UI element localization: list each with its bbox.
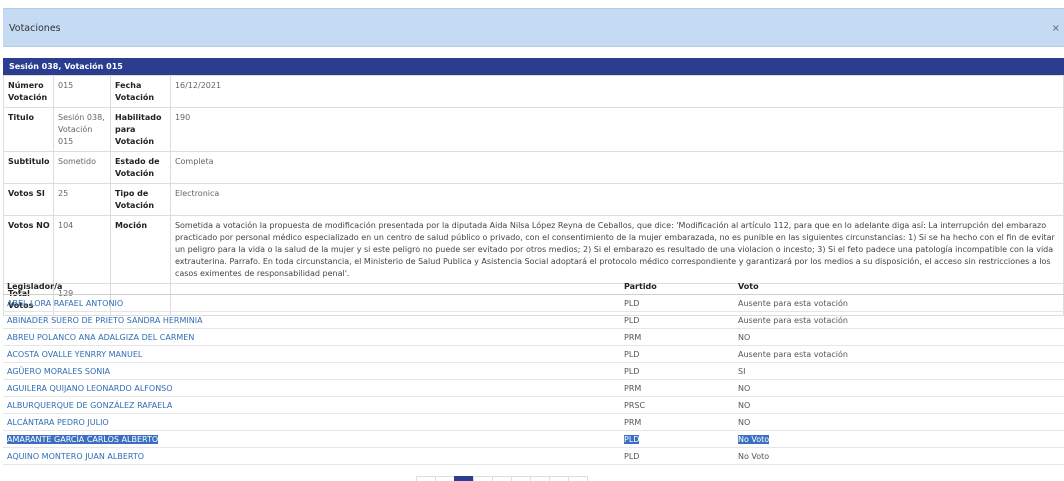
table-row: AGÜERO MORALES SONIA PLD SI <box>3 362 1064 380</box>
votos-no-value: 104 <box>52 215 111 284</box>
legislator-link[interactable]: AGÜERO MORALES SONIA <box>3 362 620 380</box>
vote-cell: NO <box>734 379 1064 397</box>
vote-cell: No Voto <box>734 430 1064 448</box>
vote-cell: NO <box>734 396 1064 414</box>
table-row: ABREU POLANCO ANA ADALGIZA DEL CARMEN PR… <box>3 328 1064 346</box>
table-row: AGUILERA QUIJANO LEONARDO ALFONSO PRM NO <box>3 379 1064 397</box>
dialog-title-bar: Votaciones × <box>3 8 1064 47</box>
estado-label: Estado de Votación <box>109 151 171 184</box>
party-cell: PRSC <box>620 396 734 414</box>
party-cell: PLD <box>620 311 734 329</box>
selected-text: No Voto <box>738 434 770 444</box>
titulo-label: Titulo <box>3 107 54 152</box>
party-cell: PRM <box>620 379 734 397</box>
tipo-label: Tipo de Votación <box>109 183 171 216</box>
party-cell: PLD <box>620 294 734 312</box>
votos-no-label: Votos NO <box>3 215 54 284</box>
legislator-link[interactable]: AMARANTE GARCÍA CARLOS ALBERTO <box>3 430 620 448</box>
page-button-active[interactable] <box>454 476 474 481</box>
table-row-selected: AMARANTE GARCÍA CARLOS ALBERTO PLD No Vo… <box>3 430 1064 448</box>
legislator-link[interactable]: ABREU POLANCO ANA ADALGIZA DEL CARMEN <box>3 328 620 346</box>
voto-header[interactable]: Voto <box>734 279 1064 295</box>
fecha-value: 16/12/2021 <box>169 75 1064 108</box>
titulo-value: Sesión 038, Votación 015 <box>52 107 111 152</box>
vote-cell: Ausente para esta votación <box>734 311 1064 329</box>
votos-si-value: 25 <box>52 183 111 216</box>
party-cell: PRM <box>620 328 734 346</box>
legislator-link[interactable]: ABEL LORA RAFAEL ANTONIO <box>3 294 620 312</box>
table-row: ACOSTA OVALLE YENRRY MANUEL PLD Ausente … <box>3 345 1064 363</box>
page-button[interactable] <box>530 476 550 481</box>
habilitado-value: 190 <box>169 107 1064 152</box>
legislator-link[interactable]: ALCÁNTARA PEDRO JULIO <box>3 413 620 431</box>
table-row: ABINADER SUERO DE PRIETO SANDRA HERMINIA… <box>3 311 1064 329</box>
legislator-link[interactable]: AGUILERA QUIJANO LEONARDO ALFONSO <box>3 379 620 397</box>
legislator-link[interactable]: ABINADER SUERO DE PRIETO SANDRA HERMINIA <box>3 311 620 329</box>
vote-cell: Ausente para esta votación <box>734 294 1064 312</box>
legislator-link[interactable]: ALBURQUERQUE DE GONZÁLEZ RAFAELA <box>3 396 620 414</box>
vote-cell: No Voto <box>734 447 1064 465</box>
party-cell: PLD <box>620 447 734 465</box>
table-row: ALBURQUERQUE DE GONZÁLEZ RAFAELA PRSC NO <box>3 396 1064 414</box>
fecha-label: Fecha Votación <box>109 75 171 108</box>
estado-value: Completa <box>169 151 1064 184</box>
legislator-link[interactable]: AQUINO MONTERO JUAN ALBERTO <box>3 447 620 465</box>
selected-text: AMARANTE GARCÍA CARLOS ALBERTO <box>7 434 159 444</box>
votos-si-label: Votos SI <box>3 183 54 216</box>
legislator-votes-table: Legislador/a Partido Voto ABEL LORA RAFA… <box>3 279 1064 465</box>
party-cell: PRM <box>620 413 734 431</box>
selected-text: PLD <box>624 434 640 444</box>
party-cell: PLD <box>620 345 734 363</box>
pagination <box>416 476 588 481</box>
table-row: ABEL LORA RAFAEL ANTONIO PLD Ausente par… <box>3 294 1064 312</box>
mocion-label: Moción <box>109 215 171 284</box>
page-button[interactable] <box>473 476 493 481</box>
page-button[interactable] <box>416 476 436 481</box>
mocion-text: Sometida a votación la propuesta de modi… <box>169 215 1064 284</box>
legislator-link[interactable]: ACOSTA OVALLE YENRRY MANUEL <box>3 345 620 363</box>
numero-value: 015 <box>52 75 111 108</box>
partido-header[interactable]: Partido <box>620 279 734 295</box>
page-button[interactable] <box>492 476 512 481</box>
dialog-title: Votaciones <box>9 23 61 34</box>
close-icon[interactable]: × <box>1052 23 1060 34</box>
page-button[interactable] <box>568 476 588 481</box>
vote-cell: NO <box>734 413 1064 431</box>
subtitulo-value: Sometido <box>52 151 111 184</box>
session-header: Sesión 038, Votación 015 <box>3 58 1064 75</box>
vote-cell: NO <box>734 328 1064 346</box>
tipo-value: Electronica <box>169 183 1064 216</box>
party-cell: PLD <box>620 430 734 448</box>
table-row: ALCÁNTARA PEDRO JULIO PRM NO <box>3 413 1064 431</box>
page-button[interactable] <box>549 476 569 481</box>
numero-label: Número Votación <box>3 75 54 108</box>
vote-cell: Ausente para esta votación <box>734 345 1064 363</box>
legislador-header[interactable]: Legislador/a <box>3 279 620 295</box>
habilitado-label: Habilitado para Votación <box>109 107 171 152</box>
vote-cell: SI <box>734 362 1064 380</box>
page-button[interactable] <box>511 476 531 481</box>
page-button[interactable] <box>435 476 455 481</box>
subtitulo-label: Subtitulo <box>3 151 54 184</box>
party-cell: PLD <box>620 362 734 380</box>
table-row: AQUINO MONTERO JUAN ALBERTO PLD No Voto <box>3 447 1064 465</box>
